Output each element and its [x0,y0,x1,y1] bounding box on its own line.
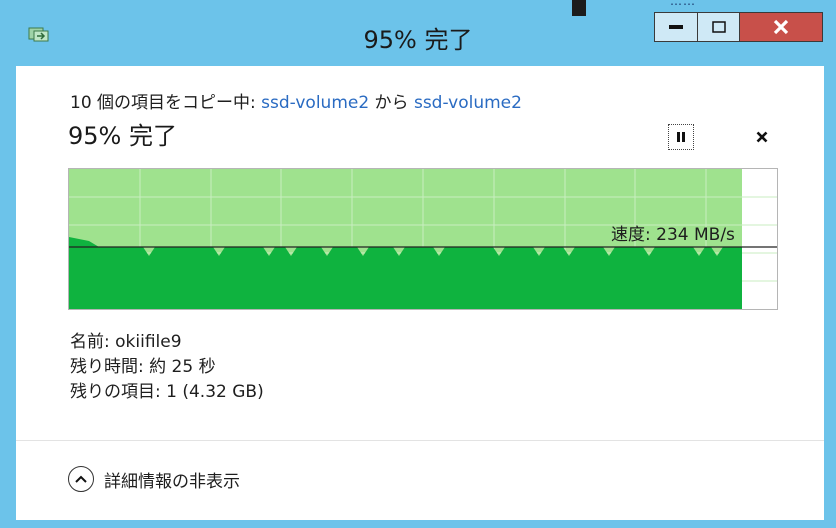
close-button[interactable] [740,12,823,42]
pause-icon [677,132,685,142]
close-icon [773,19,789,35]
copy-status-line: 10 個の項目をコピー中: ssd-volume2 から ssd-volume2 [70,88,522,113]
minimize-icon [669,25,683,29]
copy-status-prefix: 10 個の項目をコピー中: [70,93,262,113]
hide-details-button[interactable]: 詳細情報の非表示 [68,466,240,492]
speed-area [69,237,742,309]
file-name: 名前: okiifile9 [70,332,182,352]
cancel-icon [756,131,768,143]
desktop-label: …… [670,0,696,8]
copy-status-middle: から [369,93,414,113]
items-remaining: 残りの項目: 1 (4.32 GB) [70,382,264,402]
maximize-button[interactable] [697,12,740,42]
divider [16,440,824,441]
speed-label: 速度: 234 MB/s [611,225,735,245]
maximize-icon [711,21,726,33]
window-frame: …… 95% 完了 10 個の項目をコピー中: ssd-volume2 から s… [0,0,836,528]
source-link[interactable]: ssd-volume2 [261,93,369,113]
minimize-button[interactable] [654,12,697,42]
details-section: 名前: okiifile9 残り時間: 約 25 秒 残りの項目: 1 (4.3… [70,330,264,405]
pause-button[interactable] [668,124,694,150]
time-remaining: 残り時間: 約 25 秒 [70,357,216,377]
hide-details-label: 詳細情報の非表示 [104,471,240,492]
dialog-body: 10 個の項目をコピー中: ssd-volume2 から ssd-volume2… [16,66,824,520]
destination-link[interactable]: ssd-volume2 [414,93,522,113]
chevron-up-icon [68,466,94,492]
desktop-icon [572,0,586,16]
cancel-button[interactable] [750,122,774,152]
progress-text: 95% 完了 [68,122,177,150]
